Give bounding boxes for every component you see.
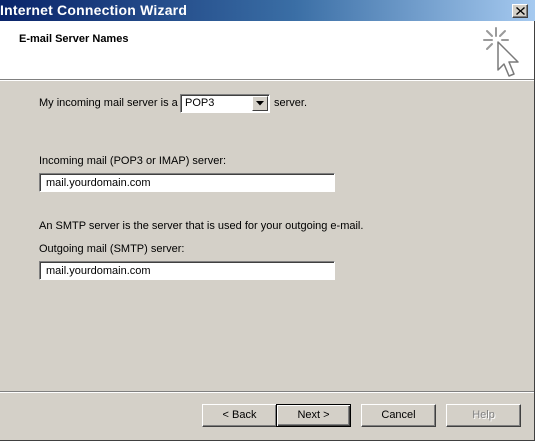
incoming-server-type-select[interactable]: POP3	[180, 94, 270, 113]
chevron-down-icon	[256, 101, 264, 106]
page-title: E-mail Server Names	[19, 33, 129, 45]
outgoing-server-field[interactable]	[39, 261, 335, 280]
wizard-header: E-mail Server Names	[0, 21, 534, 79]
wizard-window: Internet Connection Wizard E-mail Server…	[0, 0, 535, 441]
close-button[interactable]	[512, 4, 528, 18]
back-button[interactable]: < Back	[202, 404, 277, 427]
window-title: Internet Connection Wizard	[0, 2, 188, 18]
close-icon	[516, 7, 525, 15]
title-bar[interactable]: Internet Connection Wizard	[0, 0, 535, 21]
next-button[interactable]: Next >	[276, 404, 351, 427]
cancel-button[interactable]: Cancel	[361, 404, 436, 427]
footer-divider-highlight	[0, 392, 534, 393]
incoming-server-type-value: POP3	[185, 97, 215, 109]
incoming-type-suffix-label: server.	[274, 97, 308, 109]
header-divider-highlight	[0, 80, 534, 81]
smtp-explanation-text: An SMTP server is the server that is use…	[39, 220, 364, 232]
outgoing-server-label: Outgoing mail (SMTP) server:	[39, 243, 185, 255]
incoming-server-field[interactable]	[39, 173, 335, 192]
incoming-server-label: Incoming mail (POP3 or IMAP) server:	[39, 155, 227, 167]
dropdown-button[interactable]	[252, 96, 268, 111]
incoming-type-prefix-label: My incoming mail server is a	[39, 97, 178, 109]
wizard-cursor-icon	[483, 27, 519, 77]
help-button[interactable]: Help	[446, 404, 521, 427]
